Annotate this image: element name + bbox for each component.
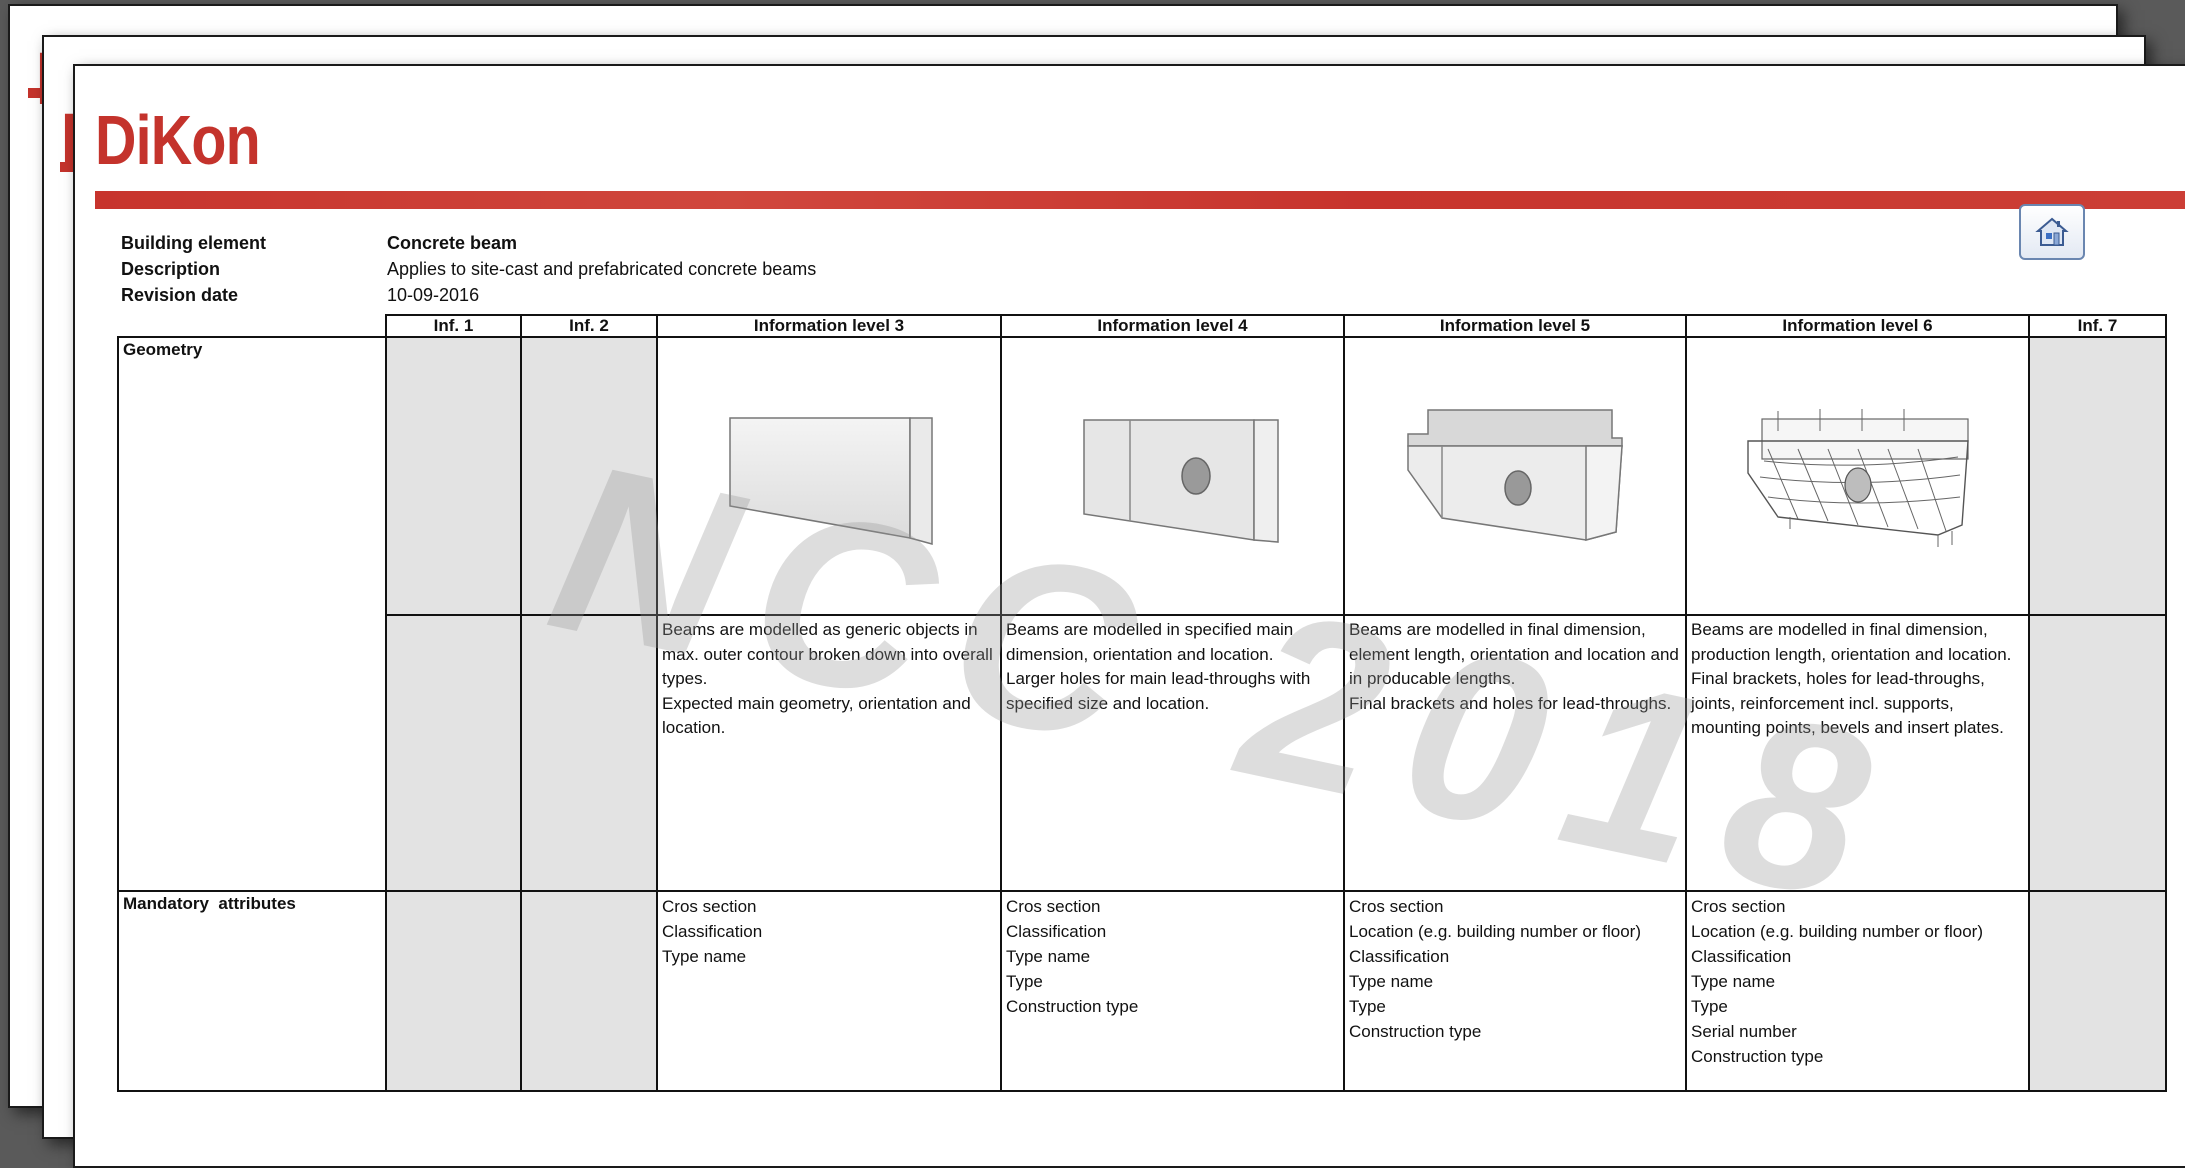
attribute-item: Type name [1691,972,1776,991]
description-text: Beams are modelled in final dimension, p… [1691,620,2012,737]
attribute-item: Cros section [662,897,757,916]
geometry-image-level-5 [1343,336,1687,616]
attribute-item: Location (e.g. building number or floor) [1691,922,1983,941]
mandatory-attributes-row: Mandatory attributes Cros section Classif… [117,890,2167,1092]
attribute-item: Cros section [1006,897,1101,916]
grey-cell [385,336,522,616]
header-level-6: Information level 6 [1685,314,2030,338]
geometry-description-level-3: Beams are modelled as generic objects in… [656,614,1002,892]
meta-value-description: Applies to site-cast and prefabricated c… [387,259,817,279]
geometry-description-row: Beams are modelled as generic objects in… [118,614,2167,892]
meta-label-building-element: Building element [121,233,267,253]
header-level-4: Information level 4 [1000,314,1345,338]
grey-cell [2028,336,2167,616]
attribute-item: Serial number [1691,1022,1797,1041]
geometry-image-row: Geometry [117,336,2167,892]
document-sheet: DiKon M Building element Concrete beam D… [73,64,2185,1168]
meta-label-revision-date: Revision date [121,285,239,305]
attributes-level-3: Cros section Classification Type name [656,890,1002,1092]
attribute-item: Cros section [1691,897,1786,916]
attribute-item: Type name [1006,947,1091,966]
grey-cell [2028,614,2167,892]
home-button[interactable] [2019,204,2085,260]
attribute-item: Construction type [1006,997,1139,1016]
attribute-item: Location (e.g. building number or floor) [1349,922,1641,941]
description-text: Beams are modelled as generic objects in… [662,620,993,737]
grey-cell [2028,890,2167,1092]
attribute-item: Classification [662,922,763,941]
attribute-item: Type [1349,997,1386,1016]
grey-cell [520,336,658,616]
meta-value-building-element: Concrete beam [387,233,518,253]
attribute-item: Type [1691,997,1728,1016]
header-corner-cell [118,315,387,338]
table-header-row: Inf. 1 Inf. 2 Information level 3 Inform… [118,314,2167,338]
grey-cell [520,614,658,892]
attribute-item: Type name [1349,972,1434,991]
row-label-geometry: Geometry [117,336,387,892]
header-level-3: Information level 3 [656,314,1002,338]
grey-cell [385,614,522,892]
beam-level-4-image [1082,419,1279,543]
geometry-description-level-4: Beams are modelled in specified main dim… [1000,614,1345,892]
attributes-level-5: Cros section Location (e.g. building numb… [1343,890,1687,1092]
header-level-5: Information level 5 [1343,314,1687,338]
home-icon [2035,217,2069,246]
attribute-item: Cros section [1349,897,1444,916]
grey-cell [385,890,522,1092]
geometry-image-level-4 [1000,336,1345,616]
attribute-item: Classification [1006,922,1107,941]
attribute-item: Construction type [1691,1047,1824,1066]
attributes-level-6: Cros section Location (e.g. building numb… [1685,890,2030,1092]
dikon-logo: DiKon [95,101,261,179]
description-text: Beams are modelled in specified main dim… [1006,620,1311,713]
beam-level-3-image [729,417,933,545]
attribute-item: Classification [1691,947,1792,966]
header-inf-2: Inf. 2 [520,314,658,338]
geometry-image-level-6 [1685,336,2030,616]
attribute-item: Type [1006,972,1043,991]
attribute-item: Type name [662,947,747,966]
meta-label-description: Description [121,259,221,279]
back-logo-bar [28,88,42,98]
description-text: Beams are modelled in final dimension, e… [1349,620,1679,713]
header-red-band [95,191,2185,209]
row-label-mandatory-attributes: Mandatory attributes [117,890,387,1092]
attributes-level-4: Cros section Classification Type name Type C… [1000,890,1345,1092]
geometry-image-level-3 [656,336,1002,616]
header-inf-7: Inf. 7 [2028,314,2167,338]
information-level-table: Inf. 1 Inf. 2 Information level 3 Inform… [117,314,2167,1092]
meta-value-revision-date: 10-09-2016 [387,285,480,305]
beam-level-6-image [1746,409,1969,547]
grey-cell [520,890,658,1092]
attribute-item: Construction type [1349,1022,1482,1041]
beam-level-5-image [1407,409,1623,541]
attribute-item: Classification [1349,947,1450,966]
geometry-description-level-6: Beams are modelled in final dimension, p… [1685,614,2030,892]
geometry-description-level-5: Beams are modelled in final dimension, e… [1343,614,1687,892]
header-inf-1: Inf. 1 [385,314,522,338]
